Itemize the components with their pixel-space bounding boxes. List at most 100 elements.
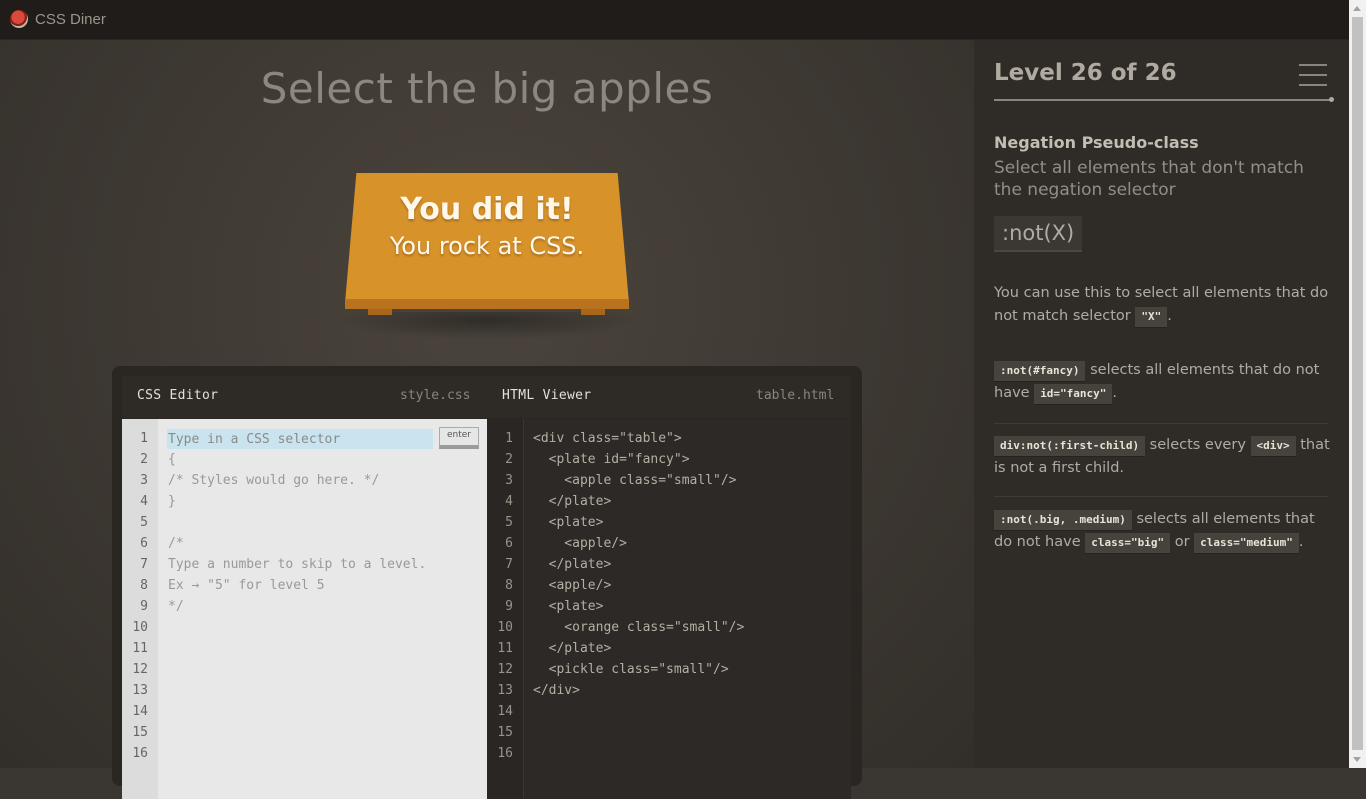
example-code: :not(.big, .medium) (994, 510, 1132, 531)
code-line: Type a number to skip to a level. (168, 557, 427, 572)
line-number: 3 (505, 473, 513, 488)
line-number: 8 (505, 578, 513, 593)
line-number: 4 (505, 494, 513, 509)
line-number: 7 (505, 557, 513, 572)
editor-frame: CSS Editor style.css HTML Viewer table.h… (112, 366, 862, 799)
example-code: class="medium" (1194, 533, 1299, 554)
code-line: <plate id="fancy"> (533, 452, 690, 467)
html-filename: table.html (756, 388, 835, 403)
example-text: . (1112, 385, 1118, 401)
hamburger-menu-icon[interactable] (1299, 64, 1327, 86)
line-number: 5 (140, 515, 148, 530)
game-area: Select the big apples You did it! You ro… (0, 40, 974, 799)
example-code: div:not(:first-child) (994, 436, 1146, 457)
line-number: 1 (505, 431, 513, 446)
example-3: :not(.big, .medium) selects all elements… (994, 508, 1334, 554)
level-progress-bar (994, 97, 1334, 102)
line-number: 12 (132, 662, 148, 677)
line-number: 11 (497, 641, 513, 656)
enter-button[interactable]: enter (439, 427, 479, 449)
example-text: . (1298, 534, 1304, 550)
code-line: <div class="table"> (533, 431, 682, 446)
line-number: 4 (140, 494, 148, 509)
line-number: 7 (140, 557, 148, 572)
line-number: 10 (132, 620, 148, 635)
line-number: 14 (497, 704, 513, 719)
code-line: <apple class="small"/> (533, 473, 737, 488)
example-divider (994, 423, 1328, 424)
example-code: <div> (1250, 436, 1296, 457)
line-number: 2 (505, 452, 513, 467)
example-1: :not(#fancy) selects all elements that d… (994, 359, 1334, 405)
line-number: 1 (140, 431, 148, 446)
line-number: 3 (140, 473, 148, 488)
code-line: <plate> (533, 515, 604, 530)
code-line: } (168, 494, 176, 509)
page-scrollbar[interactable] (1349, 0, 1366, 768)
line-number: 9 (140, 599, 148, 614)
code-line: */ (168, 599, 184, 614)
hint-code: "X" (1135, 307, 1168, 328)
tomato-logo-icon (10, 10, 28, 28)
example-code: :not(#fancy) (994, 361, 1086, 382)
css-editor-title: CSS Editor (137, 388, 219, 403)
example-code: class="big" (1085, 533, 1171, 554)
progress-marker (1329, 97, 1334, 102)
html-viewer-title: HTML Viewer (502, 388, 592, 403)
app-title[interactable]: CSS Diner (35, 11, 106, 28)
scroll-down-arrow-icon[interactable] (1353, 757, 1361, 762)
selector-syntax: :not(X) (994, 216, 1083, 252)
html-viewer-pane: 1 2 3 4 5 6 7 8 9 10 11 12 13 14 15 16 <div class="tabl… (487, 419, 851, 799)
table-shadow (338, 312, 636, 340)
css-editor-pane: 12345678910111213141516 enter {/* Styles… (122, 419, 487, 799)
line-number: 14 (132, 704, 148, 719)
example-text: selects every (1145, 437, 1251, 453)
line-number: 6 (140, 536, 148, 551)
table-leg (581, 309, 605, 315)
success-subtitle: You rock at CSS. (389, 232, 585, 260)
line-number: 8 (140, 578, 148, 593)
code-line: </div> (533, 683, 580, 698)
example-2: div:not(:first-child) selects every <div… (994, 434, 1334, 480)
code-line: <apple/> (533, 536, 627, 551)
level-instruction: Select the big apples (260, 64, 714, 113)
selector-description: Select all elements that don't match the… (994, 158, 1304, 200)
code-line: /* (168, 536, 184, 551)
code-line: Ex → "5" for level 5 (168, 578, 325, 593)
table-leg (368, 309, 392, 315)
level-sidebar: Level 26 of 26 Negation Pseudo-class Sel… (974, 40, 1349, 768)
line-number: 11 (132, 641, 148, 656)
line-number: 9 (505, 599, 513, 614)
code-line: <apple/> (533, 578, 612, 593)
scrollbar-thumb[interactable] (1352, 17, 1363, 750)
success-title: You did it! (400, 192, 574, 227)
level-indicator[interactable]: Level 26 of 26 (994, 60, 1177, 86)
scroll-up-arrow-icon[interactable] (1353, 6, 1361, 11)
code-line: { (168, 452, 176, 467)
code-line: <pickle class="small"/> (533, 662, 729, 677)
line-number: 15 (497, 725, 513, 740)
example-code: id="fancy" (1034, 384, 1113, 405)
selector-name: Negation Pseudo-class (994, 133, 1199, 152)
line-number: 13 (132, 683, 148, 698)
code-line: </plate> (533, 494, 612, 509)
example-text: or (1170, 534, 1195, 550)
hint-end: . (1167, 308, 1172, 324)
css-selector-input[interactable] (167, 429, 433, 449)
example-divider (994, 496, 1328, 497)
css-filename: style.css (400, 388, 471, 403)
line-number: 16 (132, 746, 148, 761)
line-number: 16 (497, 746, 513, 761)
code-line: </plate> (533, 557, 612, 572)
line-number: 10 (497, 620, 513, 635)
editor-header (122, 376, 851, 418)
code-line: /* Styles would go here. */ (168, 473, 380, 488)
line-number: 13 (497, 683, 513, 698)
selector-hint: You can use this to select all elements … (994, 282, 1334, 328)
table-edge (345, 299, 629, 309)
line-number: 6 (505, 536, 513, 551)
code-line: </plate> (533, 641, 612, 656)
line-number: 2 (140, 452, 148, 467)
code-line: <plate> (533, 599, 604, 614)
line-number: 12 (497, 662, 513, 677)
